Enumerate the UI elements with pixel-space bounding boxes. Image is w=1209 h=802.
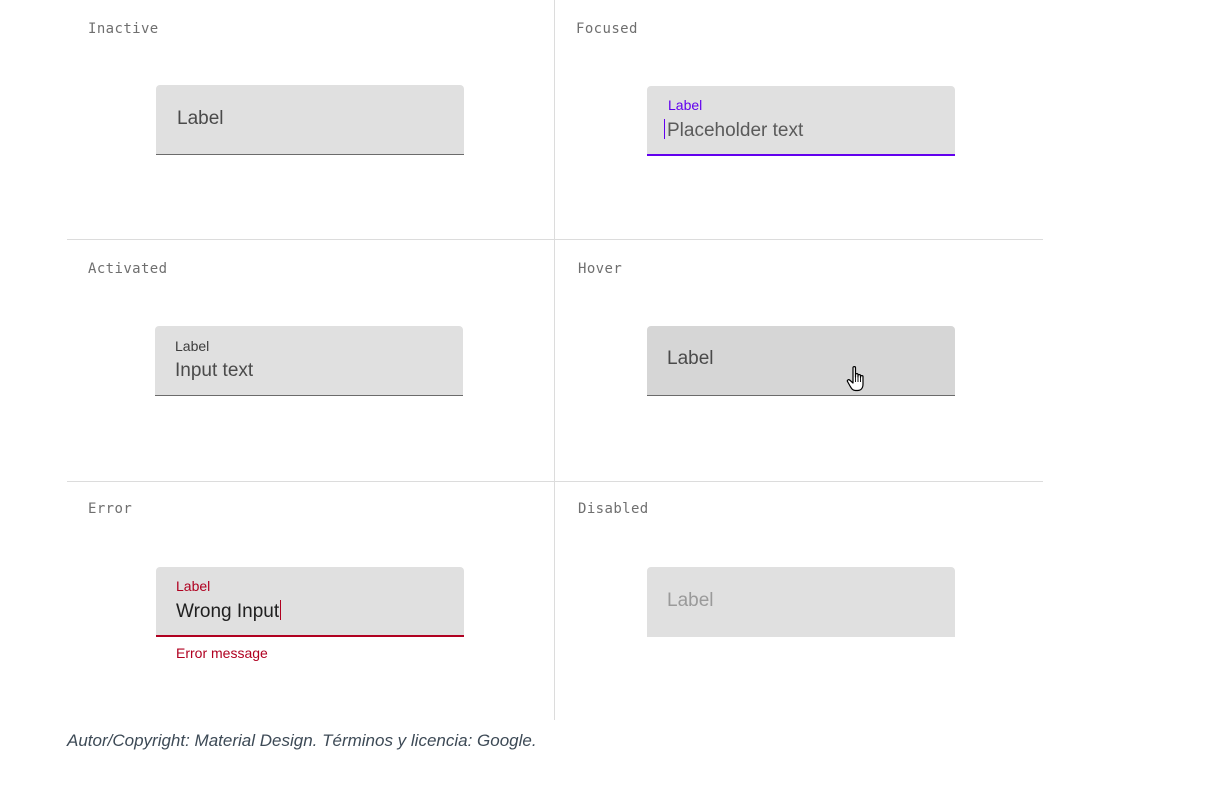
field-placeholder: Placeholder text [664, 119, 803, 142]
state-title-focused: Focused [576, 21, 638, 37]
field-label: Label [667, 348, 714, 369]
error-message: Error message [176, 645, 268, 661]
state-title-disabled: Disabled [578, 501, 649, 517]
text-field-hover[interactable]: Label [647, 326, 955, 396]
vertical-divider [554, 0, 555, 720]
field-label: Label [667, 590, 714, 611]
field-label: Label [177, 108, 224, 129]
state-title-hover: Hover [578, 261, 623, 277]
text-field-error[interactable]: Label Wrong Input [156, 567, 464, 637]
field-label: Label [668, 97, 703, 113]
state-title-activated: Activated [88, 261, 168, 277]
text-field-disabled: Label [647, 567, 955, 637]
text-field-activated[interactable]: Label Input text [155, 326, 463, 396]
text-field-inactive[interactable]: Label [156, 85, 464, 155]
error-value-text: Wrong Input [176, 601, 280, 622]
text-caret [280, 600, 282, 620]
image-caption: Autor/Copyright: Material Design. Términ… [67, 731, 537, 750]
row-divider-2 [67, 481, 1043, 482]
hand-pointer-icon [846, 366, 864, 392]
placeholder-text: Placeholder text [667, 120, 804, 141]
state-title-error: Error [88, 501, 133, 517]
state-title-inactive: Inactive [88, 21, 159, 37]
field-value: Wrong Input [176, 600, 282, 623]
field-label: Label [175, 338, 210, 354]
text-field-focused[interactable]: Label Placeholder text [647, 86, 955, 156]
text-caret [664, 119, 665, 139]
row-divider-1 [67, 239, 1043, 240]
field-label: Label [176, 578, 211, 594]
field-value: Input text [175, 360, 254, 381]
